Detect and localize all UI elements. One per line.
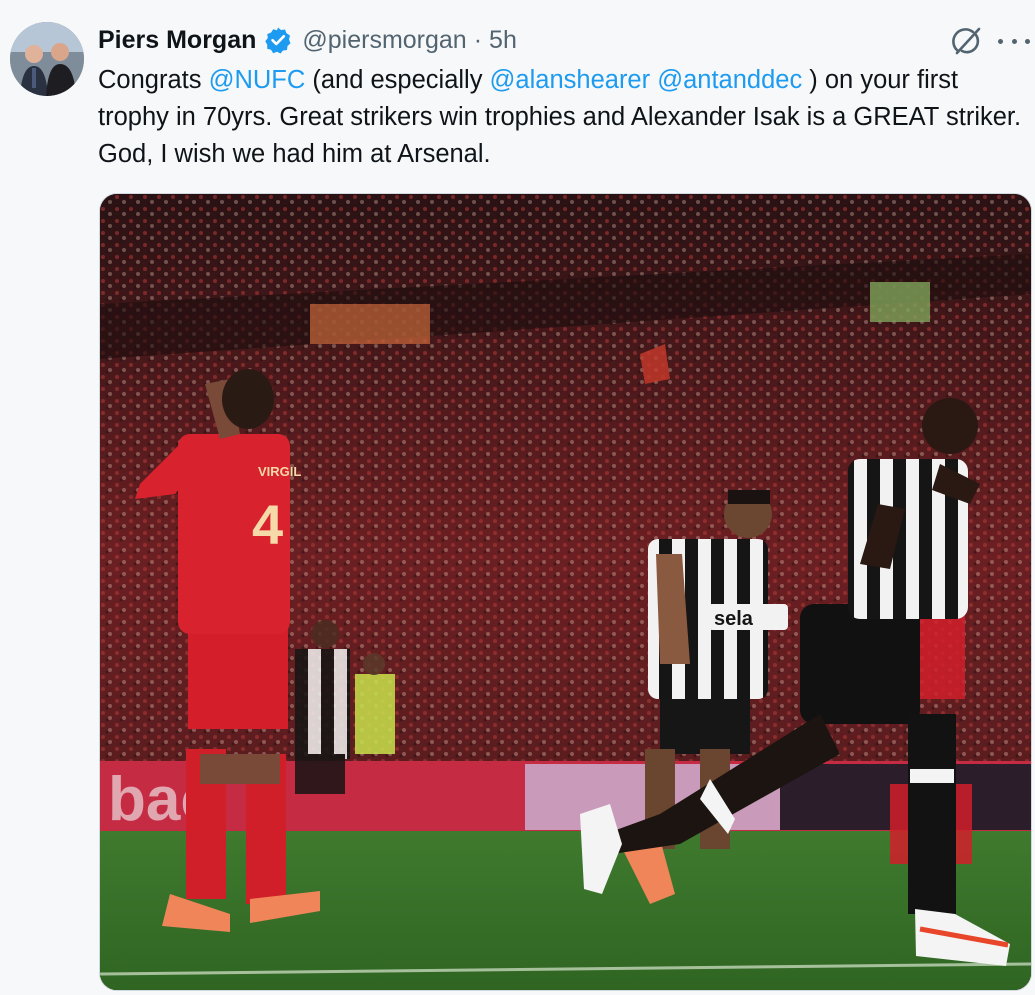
text-part: (and especially [305,66,490,94]
verified-badge-icon [264,26,292,54]
more-dot [1025,38,1030,44]
more-options-icon[interactable] [998,26,1030,56]
separator-dot: · [473,25,483,54]
mention-antanddec-link[interactable]: @antanddec [657,66,802,94]
tweet-text: Congrats @NUFC (and especially @alanshea… [98,62,1023,173]
text-part: Congrats [98,66,209,94]
sponsor-text: sela [714,608,754,630]
tweet-photo[interactable]: bac VIRGIL 4 sela [99,193,1032,991]
more-dot [998,38,1003,44]
mention-alanshearer-link[interactable]: @alanshearer [490,66,651,94]
tweet-header: Piers Morgan @piersmorgan · 5h [98,22,517,58]
tweet[interactable]: Piers Morgan @piersmorgan · 5h Congrats … [0,0,1035,995]
tweet-timestamp[interactable]: 5h [489,26,517,55]
author-avatar[interactable] [10,22,84,96]
match-photo-image: bac VIRGIL 4 sela [100,194,1031,990]
shirt-number-text: 4 [252,493,283,556]
author-name[interactable]: Piers Morgan [98,26,256,55]
more-dot [1011,38,1017,44]
author-handle[interactable]: @piersmorgan [302,26,466,55]
mention-nufc-link[interactable]: @NUFC [209,66,306,94]
grok-icon[interactable] [950,24,984,58]
avatar-image [10,22,84,96]
shirt-name-text: VIRGIL [258,464,301,479]
